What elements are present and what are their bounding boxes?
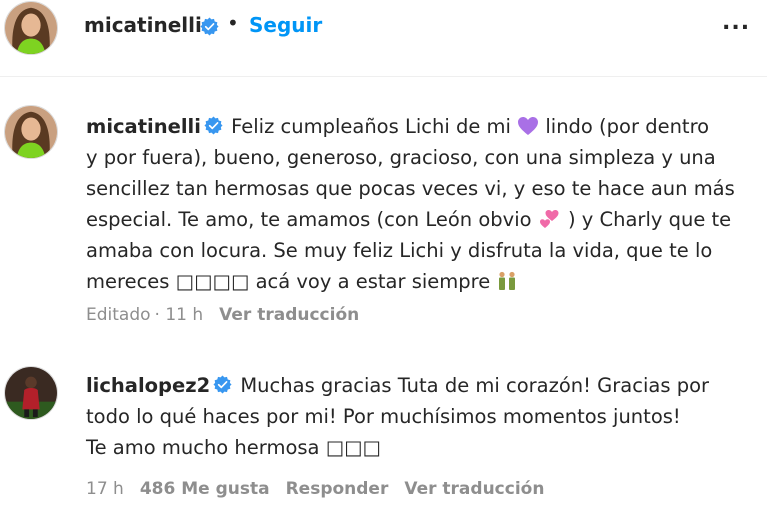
header-separator: • [227, 11, 239, 35]
header-avatar[interactable] [4, 1, 58, 55]
two-hearts-icon [539, 210, 559, 228]
comment-username[interactable]: lichalopez2 [86, 374, 210, 397]
follow-button[interactable]: Seguir [249, 13, 322, 37]
verified-badge-icon [204, 116, 223, 135]
verified-badge-icon [200, 17, 219, 36]
comment-body: lichalopez2 Muchas gracias Tuta de mi co… [86, 370, 756, 463]
comment-body: micatinelli Feliz cumpleaños Lichi de mi… [86, 111, 756, 297]
post-header: micatinelli • Seguir ... [0, 0, 767, 77]
comment-text-segment: especial. Te amo, te amamos (con León ob… [86, 208, 532, 231]
more-options-button[interactable]: ... [722, 10, 750, 35]
missing-emoji-glyphs: □□□□ [175, 270, 250, 293]
comment-line: mereces □□□□ acá voy a estar siempre [86, 266, 756, 297]
comment-avatar[interactable] [4, 366, 58, 420]
comment-meta: 17 h 486 Me gusta Responder Ver traducción [86, 479, 560, 499]
comment-line: todo lo qué haces por mi! Por muchísimos… [86, 405, 681, 428]
comment-line: Te amo mucho hermosa □□□ [86, 432, 756, 463]
avatar-photo-icon [5, 2, 57, 54]
header-username[interactable]: micatinelli [84, 13, 202, 37]
comment-line: lichalopez2 Muchas gracias Tuta de mi co… [86, 370, 756, 401]
comment-text-segment: Te amo mucho hermosa [86, 436, 320, 459]
likes-count[interactable]: 486 Me gusta [140, 479, 270, 499]
comment-text-segment: lindo (por dentro [545, 115, 710, 138]
reply-button[interactable]: Responder [286, 479, 389, 499]
comment-text-segment: Muchas gracias Tuta de mi corazón! Graci… [240, 374, 710, 397]
comment-timestamp[interactable]: 17 h [86, 479, 124, 499]
comment-text-segment: acá voy a estar siempre [255, 270, 491, 293]
comment-text-segment: Feliz cumpleaños Lichi de mi [231, 115, 511, 138]
missing-emoji-glyphs: □□□ [325, 436, 381, 459]
comment-username[interactable]: micatinelli [86, 115, 201, 138]
comment-line: micatinelli Feliz cumpleaños Lichi de mi… [86, 111, 756, 142]
verified-badge-icon [213, 375, 232, 394]
comment-timestamp[interactable]: · 11 h [155, 305, 204, 325]
edited-label: Editado [86, 305, 151, 325]
comment-line: sencillez tan hermosas que pocas veces v… [86, 177, 735, 200]
avatar-photo-icon [5, 106, 57, 158]
comment-line: amaba con locura. Se muy feliz Lichi y d… [86, 239, 713, 262]
comment-text-segment: ) y Charly que te [567, 208, 732, 231]
purple-heart-icon [518, 117, 539, 135]
translate-button[interactable]: Ver traducción [404, 479, 544, 499]
comment-text-segment: mereces [86, 270, 170, 293]
comment-line: especial. Te amo, te amamos (con León ob… [86, 204, 756, 235]
avatar-photo-icon [5, 367, 57, 419]
comment-meta: Editado · 11 h Ver traducción [86, 305, 375, 325]
comment-avatar[interactable] [4, 105, 58, 159]
comment-line: y por fuera), bueno, generoso, gracioso,… [86, 146, 716, 169]
translate-button[interactable]: Ver traducción [219, 305, 359, 325]
couple-icon [499, 271, 516, 290]
